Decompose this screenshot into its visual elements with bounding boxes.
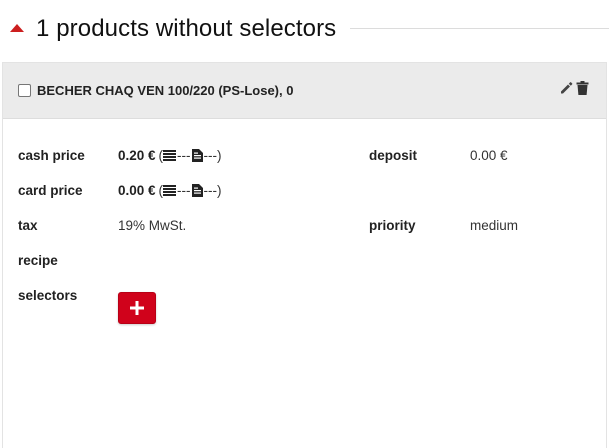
caret-up-icon[interactable]	[10, 24, 24, 32]
tax-value: 19% MwSt.	[118, 218, 187, 233]
section-toggle[interactable]: 1 products without selectors	[4, 12, 343, 46]
card-price-sep2: ---)	[203, 183, 222, 198]
priority-label: priority	[369, 218, 416, 233]
cash-price-value: 0.20 € ( --- ---)	[118, 148, 223, 163]
cash-price-amount: 0.20 €	[118, 148, 156, 163]
selectors-label: selectors	[18, 288, 78, 303]
card-price-label: card price	[18, 183, 83, 198]
document-icon	[191, 184, 203, 197]
card-price-value: 0.00 € ( --- ---)	[118, 183, 223, 198]
trash-icon[interactable]	[576, 81, 590, 95]
recipe-label: recipe	[18, 253, 58, 268]
plus-icon	[130, 301, 144, 315]
add-selector-button[interactable]	[118, 292, 156, 324]
cash-price-label: cash price	[18, 148, 85, 163]
section-divider	[350, 28, 609, 29]
tax-label: tax	[18, 218, 38, 233]
cash-price-sep2: ---)	[203, 148, 222, 163]
product-name: BECHER CHAQ VEN 100/220 (PS-Lose), 0	[37, 83, 294, 98]
list-icon	[163, 185, 177, 196]
product-card-header: BECHER CHAQ VEN 100/220 (PS-Lose), 0	[3, 63, 606, 119]
pencil-icon[interactable]	[559, 81, 573, 95]
section-title: 1 products without selectors	[36, 15, 337, 42]
deposit-label: deposit	[369, 148, 418, 163]
product-card: BECHER CHAQ VEN 100/220 (PS-Lose), 0 cas…	[2, 62, 607, 448]
priority-value: medium	[470, 218, 519, 233]
cash-price-sep1: ---	[177, 148, 191, 163]
product-actions	[559, 81, 590, 95]
card-price-amount: 0.00 €	[118, 183, 156, 198]
card-price-sep1: ---	[177, 183, 191, 198]
section-header: 1 products without selectors	[0, 12, 609, 46]
product-select-checkbox[interactable]	[18, 84, 31, 97]
deposit-value: 0.00 €	[470, 148, 508, 163]
document-icon	[191, 149, 203, 162]
list-icon	[163, 150, 177, 161]
